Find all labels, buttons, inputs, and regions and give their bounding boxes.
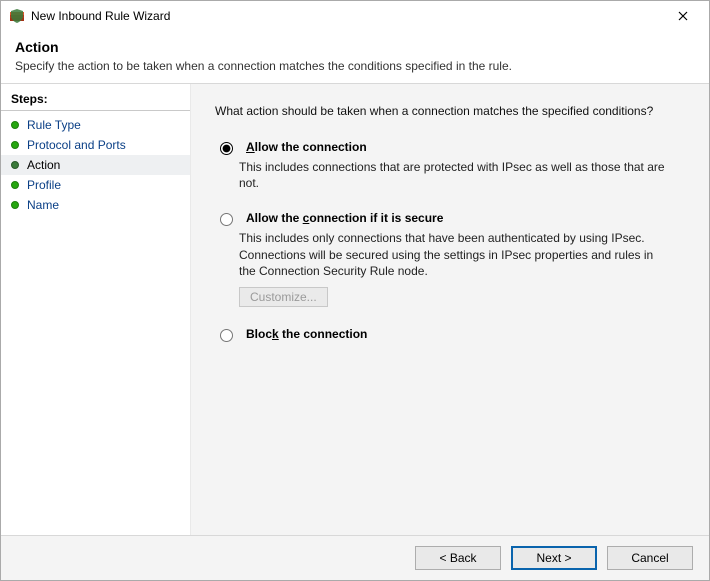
radio-allow-secure[interactable] <box>220 213 233 226</box>
step-label: Profile <box>27 178 61 192</box>
wizard-dialog: New Inbound Rule Wizard Action Specify t… <box>0 0 710 581</box>
firewall-icon <box>9 8 25 24</box>
desc-allow-secure: This includes only connections that have… <box>239 230 669 279</box>
bullet-icon <box>11 201 19 209</box>
step-protocol-and-ports[interactable]: Protocol and Ports <box>1 135 190 155</box>
page-subtitle: Specify the action to be taken when a co… <box>15 59 695 73</box>
desc-allow-connection: This includes connections that are prote… <box>239 159 669 191</box>
cancel-button[interactable]: Cancel <box>607 546 693 570</box>
step-profile[interactable]: Profile <box>1 175 190 195</box>
step-name[interactable]: Name <box>1 195 190 215</box>
option-allow-secure-group: Allow the connection if it is secure Thi… <box>215 211 685 307</box>
close-icon <box>678 11 688 21</box>
step-label: Protocol and Ports <box>27 138 126 152</box>
page-title: Action <box>15 39 695 55</box>
step-action[interactable]: Action <box>1 155 190 175</box>
option-block-group: Block the connection <box>215 327 685 342</box>
header: Action Specify the action to be taken wh… <box>1 31 709 84</box>
steps-heading: Steps: <box>1 88 190 111</box>
close-button[interactable] <box>663 2 703 30</box>
bullet-icon <box>11 121 19 129</box>
next-button[interactable]: Next > <box>511 546 597 570</box>
window-title: New Inbound Rule Wizard <box>31 9 663 23</box>
content-prompt: What action should be taken when a conne… <box>215 104 685 118</box>
step-label: Name <box>27 198 59 212</box>
label-allow-connection[interactable]: Allow the connection <box>246 140 367 154</box>
bullet-icon <box>11 161 19 169</box>
wizard-footer: < Back Next > Cancel <box>1 535 709 580</box>
step-rule-type[interactable]: Rule Type <box>1 115 190 135</box>
bullet-icon <box>11 181 19 189</box>
radio-allow-connection[interactable] <box>220 142 233 155</box>
back-button[interactable]: < Back <box>415 546 501 570</box>
label-allow-secure[interactable]: Allow the connection if it is secure <box>246 211 443 225</box>
radio-block-connection[interactable] <box>220 329 233 342</box>
customize-button: Customize... <box>239 287 328 307</box>
step-label: Action <box>27 158 60 172</box>
steps-sidebar: Steps: Rule Type Protocol and Ports Acti… <box>1 84 191 535</box>
titlebar: New Inbound Rule Wizard <box>1 1 709 31</box>
option-allow-group: Allow the connection This includes conne… <box>215 140 685 191</box>
bullet-icon <box>11 141 19 149</box>
steps-list: Rule Type Protocol and Ports Action Prof… <box>1 115 190 215</box>
step-label: Rule Type <box>27 118 81 132</box>
content-panel: What action should be taken when a conne… <box>191 84 709 535</box>
label-block-connection[interactable]: Block the connection <box>246 327 367 341</box>
